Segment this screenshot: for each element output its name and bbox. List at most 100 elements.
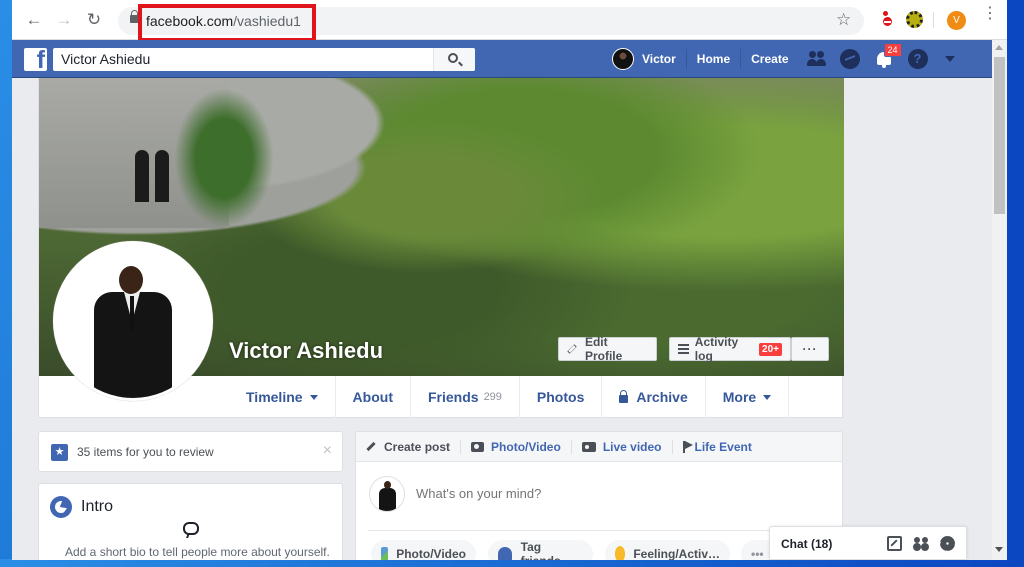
create-group-icon[interactable] [913,536,928,551]
friend-requests-icon[interactable] [806,49,826,69]
photo-video-tab[interactable]: Photo/Video [471,439,572,454]
tag-friends-action[interactable]: Tag friends [488,540,593,560]
activity-log-label: Activity log [694,335,739,363]
facebook-top-bar: f Victor Home Create 24 ? [12,40,992,78]
feeling-activity-action[interactable]: Feeling/Activ… [605,540,730,560]
facebook-logo-icon[interactable]: f [24,48,47,71]
notification-count-badge: 24 [883,43,902,57]
search-input[interactable] [61,51,431,67]
extension-dot [883,11,888,16]
speech-bubble-icon [183,522,199,535]
profile-header-card: Victor Ashiedu Edit Profile Activity log… [38,78,844,418]
desktop-background-bottom [0,559,1024,567]
desktop-background-right [1007,0,1024,567]
bookmark-star-icon[interactable]: ☆ [836,10,851,30]
action-label: Feeling/Activ… [633,547,720,560]
tab-label: Photo/Video [491,439,561,454]
add-bio-prompt[interactable]: Add a short bio to tell people more abou… [65,545,330,559]
url-highlight-annotation [138,4,316,42]
tab-label: Friends [427,389,479,405]
chat-sidebar-tab[interactable]: Chat (18) [769,526,967,560]
arrow-left-icon: ← [25,10,43,29]
smiley-icon [615,546,626,560]
back-button[interactable]: ← [24,10,44,30]
intro-card: Intro Add a short bio to tell people mor… [38,483,343,560]
gear-icon[interactable] [940,536,955,551]
close-icon[interactable]: × [323,442,332,460]
reload-button[interactable]: ↻ [84,10,104,30]
composer-divider [368,530,830,531]
tab-label: Create post [384,439,451,454]
friends-count: 299 [483,391,502,403]
profile-tabs: Timeline About Friends 299 Photos Archive… [229,376,790,418]
profile-picture[interactable] [53,241,213,401]
cover-window [155,150,169,202]
browser-toolbar: ← → ↻ facebook.com/vashiedu1 ☆ V ⋮ [12,0,1007,42]
review-items-card[interactable]: ★ 35 items for you to review × [38,431,343,472]
tab-friends[interactable]: Friends 299 [411,376,520,418]
create-post-tab[interactable]: Create post [366,439,462,454]
tab-more[interactable]: More [706,376,790,418]
lock-icon [619,389,629,403]
notifications-bell-icon[interactable]: 24 [874,43,902,69]
tab-label: More [722,389,757,405]
tab-timeline[interactable]: Timeline [229,376,336,418]
tab-label: Timeline [246,389,303,405]
video-camera-icon [581,441,596,452]
tab-label: Photos [536,389,585,405]
browser-window: ← → ↻ facebook.com/vashiedu1 ☆ V ⋮ f Vic… [12,0,1007,560]
tab-label: Life Event [694,439,752,454]
tab-archive[interactable]: Archive [602,376,706,418]
tag-person-icon [498,547,512,560]
chat-label: Chat (18) [781,537,833,551]
extension-icon-red[interactable] [880,11,894,27]
composer-avatar [369,476,405,512]
help-icon[interactable]: ? [907,49,928,69]
tab-about[interactable]: About [336,376,411,418]
dropdown-caret-icon [309,394,318,400]
scroll-up-arrow-icon[interactable] [995,45,1003,50]
camera-icon [471,441,485,452]
arrow-right-icon: → [55,10,73,29]
extension-icon-yellow[interactable] [906,11,923,28]
nav-create-link[interactable]: Create [741,52,798,66]
nav-home-link[interactable]: Home [687,49,742,69]
scroll-thumb[interactable] [994,57,1005,214]
profile-picture-head [119,266,143,294]
desktop-background-left [0,0,12,567]
activity-log-badge: 20+ [759,342,782,356]
list-icon [678,344,689,354]
pencil-icon [366,441,376,452]
browser-menu-icon[interactable]: ⋮ [982,6,998,22]
live-video-tab[interactable]: Live video [581,439,673,454]
search-icon [448,53,458,63]
scroll-down-arrow-icon[interactable] [995,547,1003,552]
forward-button[interactable]: → [54,10,74,30]
browser-profile-avatar[interactable]: V [947,11,966,30]
account-menu-caret-icon[interactable] [944,56,955,62]
tab-label: About [352,389,393,405]
action-label: Photo/Video [396,547,466,560]
more-options-button[interactable]: ··· [791,337,829,361]
new-message-icon[interactable] [887,536,902,551]
profile-name: Victor Ashiedu [229,338,384,363]
dropdown-caret-icon [763,394,772,400]
intro-title: Intro [81,498,114,515]
cover-ivy [174,88,274,228]
tab-photos[interactable]: Photos [520,376,603,418]
reload-icon: ↻ [86,10,102,29]
life-event-tab[interactable]: Life Event [682,439,762,454]
post-input[interactable] [416,486,816,501]
extension-ring [883,17,892,26]
activity-log-button[interactable]: Activity log 20+ [669,335,791,363]
profile-picture-tie [130,296,134,330]
edit-profile-button[interactable]: Edit Profile [558,335,657,363]
nav-profile-link[interactable]: Victor [612,48,687,70]
photo-video-action[interactable]: Photo/Video [371,540,476,560]
pencil-icon [567,344,577,354]
search-button[interactable] [433,48,475,71]
messenger-icon[interactable] [839,49,860,69]
page-scrollbar[interactable] [992,40,1007,560]
nav-user-name: Victor [642,52,676,66]
globe-icon [50,496,72,518]
